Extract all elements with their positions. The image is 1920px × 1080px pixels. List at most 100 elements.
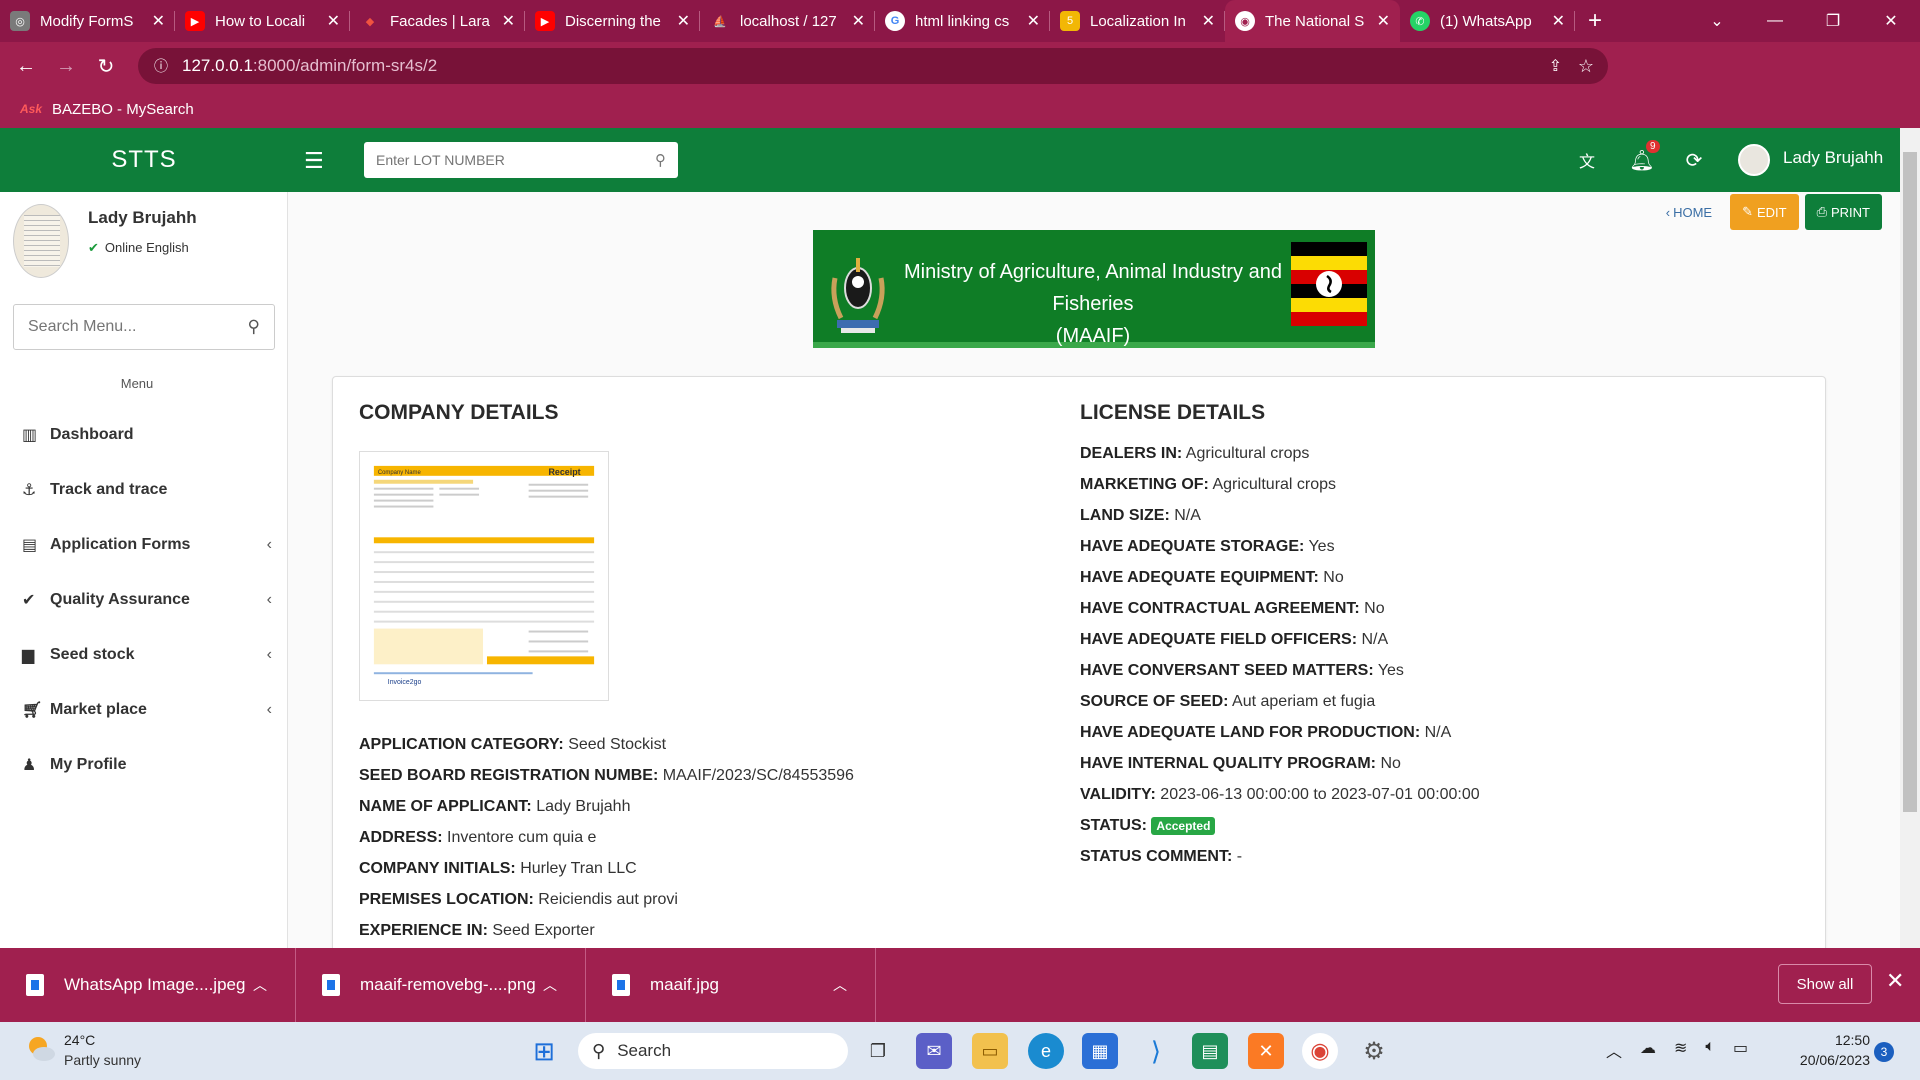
tab-label: localhost / 127 [740, 12, 837, 30]
volume-icon[interactable]: 🔈︎ [1705, 1038, 1715, 1062]
share-icon[interactable]: ⇪ [1549, 56, 1562, 76]
sidebar-item-track-and-trace[interactable]: ⚓ Track and trace [22, 475, 272, 505]
weather-description[interactable]: Partly sunny [64, 1052, 141, 1068]
forward-icon[interactable]: → [46, 55, 86, 78]
system-tray: ︿ ☁ ≋ 🔈︎ ▭ [1606, 1038, 1748, 1062]
minimize-button[interactable]: — [1746, 12, 1804, 30]
windows-start-icon[interactable]: ⊞ [526, 1033, 562, 1069]
refresh-icon[interactable]: ⟳ [1680, 146, 1708, 174]
browser-tab[interactable]: ⛵ localhost / 127 ✕ [700, 0, 875, 42]
notification-count-badge[interactable]: 3 [1874, 1042, 1894, 1062]
cloud-offline-icon[interactable]: ☁ [1640, 1038, 1656, 1062]
main-content: ‹ HOME ✎ EDIT ⎙ PRINT Ministry of Agricultu… [288, 192, 1900, 948]
tab-search-icon[interactable]: ⌄ [1688, 11, 1746, 31]
home-button[interactable]: ‹ HOME [1652, 194, 1726, 230]
url-field[interactable]: ⓘ 127.0.0.1:8000/admin/form-sr4s/2 ⇪ ☆ [138, 48, 1608, 84]
site-info-icon[interactable]: ⓘ [154, 56, 168, 76]
new-tab-button[interactable]: + [1575, 0, 1615, 42]
chevron-up-icon[interactable]: ︿ [543, 975, 557, 995]
close-icon[interactable]: ✕ [502, 11, 515, 31]
close-icon[interactable]: ✕ [1377, 11, 1390, 31]
bookmark-star-icon[interactable]: ☆ [1578, 56, 1594, 77]
maaif-banner: Ministry of Agriculture, Animal Industry… [813, 230, 1375, 348]
close-icon[interactable]: ✕ [1202, 11, 1215, 31]
hamburger-menu-icon[interactable]: ☰ [304, 148, 324, 173]
weather-temperature[interactable]: 24°C [64, 1032, 95, 1048]
battery-icon[interactable]: ▭ [1733, 1038, 1748, 1062]
close-icon[interactable]: ✕ [677, 11, 690, 31]
lot-number-input[interactable] [376, 152, 655, 168]
print-button[interactable]: ⎙ PRINT [1804, 194, 1882, 230]
license-field-status: STATUS: Accepted [1080, 817, 1216, 835]
chevron-up-icon[interactable]: ︿ [253, 975, 267, 995]
license-field-source-of-seed: SOURCE OF SEED: Aut aperiam et fugia [1080, 693, 1376, 710]
sidebar-item-market-place[interactable]: 🛒︎ Market place ‹ [22, 695, 272, 725]
store-icon[interactable]: ▦ [1082, 1033, 1118, 1069]
task-view-icon[interactable]: ❐ [860, 1033, 896, 1069]
sidebar-item-my-profile[interactable]: ♟ My Profile [22, 750, 272, 780]
browser-tab[interactable]: Ghtml linking cs ✕ [875, 0, 1050, 42]
phpmyadmin-icon: ⛵ [713, 15, 727, 28]
restore-button[interactable]: ❐ [1804, 11, 1862, 31]
download-item[interactable]: WhatsApp Image....jpeg ︿ [0, 948, 296, 1022]
browser-tab[interactable]: ◎ Modify FormS ✕ [0, 0, 175, 42]
search-icon[interactable]: ⚲ [655, 151, 666, 169]
translate-icon[interactable]: 文 [1573, 146, 1601, 174]
close-icon[interactable]: ✕ [1886, 968, 1904, 994]
browser-tab[interactable]: ▶ How to Locali ✕ [175, 0, 350, 42]
google-icon: G [885, 11, 905, 31]
company-field-initials: COMPANY INITIALS: Hurley Tran LLC [359, 860, 637, 877]
partly-sunny-icon[interactable] [24, 1032, 58, 1066]
browser-tab[interactable]: ✆ (1) WhatsApp ✕ [1400, 0, 1575, 42]
close-icon[interactable]: ✕ [152, 11, 165, 31]
sidebar-item-quality-assurance[interactable]: ✔ Quality Assurance ‹ [22, 585, 272, 615]
wifi-icon[interactable]: ≋ [1674, 1038, 1687, 1062]
close-icon[interactable]: ✕ [327, 11, 340, 31]
download-item[interactable]: maaif-removebg-....png ︿ [296, 948, 586, 1022]
sidebar-item-dashboard[interactable]: ▥ Dashboard [22, 420, 272, 450]
vscode-icon[interactable]: ⟩ [1138, 1033, 1174, 1069]
chevron-up-icon[interactable]: ︿ [833, 975, 847, 995]
close-window-button[interactable]: ✕ [1862, 11, 1920, 31]
list-icon: ▤ [22, 537, 38, 554]
browser-tab[interactable]: ◆ Facades | Lara ✕ [350, 0, 525, 42]
page-scrollbar-thumb[interactable] [1903, 152, 1917, 812]
browser-tab[interactable]: 5 Localization In ✕ [1050, 0, 1225, 42]
browser-tab[interactable]: ▶ Discerning the ✕ [525, 0, 700, 42]
sidebar-item-seed-stock[interactable]: ▆ Seed stock ‹ [22, 640, 272, 670]
company-receipt-image[interactable]: Company Name Receipt Invoice2go [359, 451, 609, 701]
chevron-up-icon[interactable]: ︿ [1606, 1038, 1622, 1062]
avatar[interactable] [1738, 144, 1770, 176]
clock-date[interactable]: 20/06/2023 [1780, 1052, 1870, 1068]
back-icon[interactable]: ← [6, 55, 46, 78]
laravel-icon: ◆ [365, 15, 375, 28]
browser-tab-active[interactable]: ◉ The National S ✕ [1225, 0, 1400, 42]
receipt-company-name: Company Name [378, 470, 422, 476]
chrome-icon[interactable]: ◉ [1302, 1033, 1338, 1069]
taskbar-search[interactable]: ⚲ Search [578, 1033, 848, 1069]
close-icon[interactable]: ✕ [1027, 11, 1040, 31]
menu-search-input[interactable] [28, 318, 248, 336]
close-icon[interactable]: ✕ [1552, 11, 1565, 31]
search-icon[interactable]: ⚲ [248, 317, 260, 337]
header-user-name[interactable]: Lady Brujahh [1783, 148, 1883, 168]
company-field-premises-location: PREMISES LOCATION: Reiciendis aut provi [359, 891, 678, 908]
cart-icon: 🛒︎ [22, 702, 43, 719]
show-all-downloads-button[interactable]: Show all [1778, 964, 1872, 1004]
reload-icon[interactable]: ↻ [86, 54, 126, 79]
company-details-title: COMPANY DETAILS [359, 401, 559, 424]
edge-icon[interactable]: e [1028, 1033, 1064, 1069]
edit-button[interactable]: ✎ EDIT [1730, 194, 1799, 230]
close-icon[interactable]: ✕ [852, 11, 865, 31]
sidebar-item-application-forms[interactable]: ▤ Application Forms ‹ [22, 530, 272, 560]
file-explorer-icon[interactable]: ▭ [972, 1033, 1008, 1069]
terminal-icon[interactable]: ▤ [1192, 1033, 1228, 1069]
xampp-icon[interactable]: ✕ [1248, 1033, 1284, 1069]
chat-icon[interactable]: ✉ [916, 1033, 952, 1069]
brand-logo[interactable]: STTS [0, 128, 288, 192]
license-field-land-for-production: HAVE ADEQUATE LAND FOR PRODUCTION: N/A [1080, 724, 1452, 741]
bookmark-bazebo[interactable]: BAZEBO - MySearch [52, 101, 194, 118]
download-item[interactable]: maaif.jpg ︿ [586, 948, 876, 1022]
clock-time[interactable]: 12:50 [1800, 1032, 1870, 1048]
settings-gear-icon[interactable]: ⚙ [1356, 1033, 1392, 1069]
